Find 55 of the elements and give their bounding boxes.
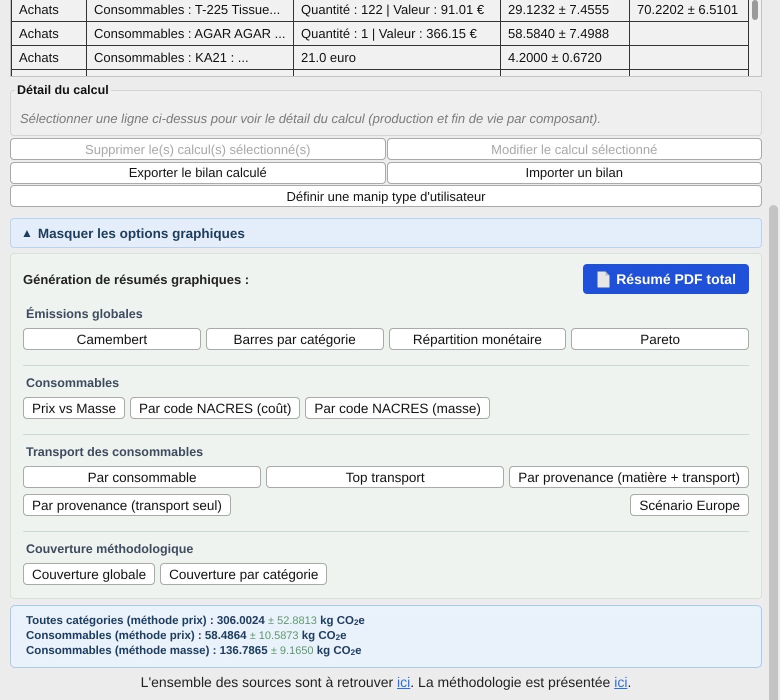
table-cell: Consommables : AGAR AGAR ... bbox=[87, 22, 294, 46]
table-cell: Quantité : 122 | Valeur : 91.01 € bbox=[294, 0, 501, 22]
action-button[interactable]: Définir une manip type d'utilisateur bbox=[10, 185, 762, 207]
chart-button[interactable]: Top transport bbox=[266, 466, 504, 488]
table-cell: Achats bbox=[11, 22, 87, 46]
chart-button[interactable]: Couverture par catégorie bbox=[160, 563, 328, 585]
unit-text: kg CO$_{2}$e bbox=[316, 645, 362, 657]
table-cell: Consommables : KA21 : ... bbox=[87, 46, 294, 70]
chart-button[interactable]: Pareto bbox=[571, 328, 749, 350]
pdf-button[interactable]: Résumé PDF total bbox=[583, 264, 749, 294]
table-cell: 4.2000 ± 0.6720 bbox=[501, 46, 630, 70]
uncertainty-text: ± 10.5873 bbox=[250, 630, 299, 642]
scrollbar-thumb[interactable] bbox=[769, 205, 778, 700]
link[interactable]: ici bbox=[614, 674, 628, 690]
section-title: Détail du calcul bbox=[16, 83, 110, 97]
chart-button[interactable]: Scénario Europe bbox=[630, 494, 749, 516]
summary-value: Toutes catégories (méthode prix) : 306.0024 bbox=[26, 615, 265, 627]
triangle-icon: ▲ bbox=[21, 226, 33, 240]
section-title: Émissions globales bbox=[26, 307, 144, 321]
table-cell: Quantité : 1 | Valeur : 366.15 € bbox=[294, 22, 501, 46]
section-title: Couverture méthodologique bbox=[26, 542, 194, 556]
scrollbar-thumb[interactable] bbox=[752, 0, 758, 20]
chart-button[interactable]: Par provenance (matière + transport) bbox=[509, 466, 749, 488]
hint-text: Sélectionner une ligne ci-dessus pour voir le détail du calcul (production et fin de vie par composant). bbox=[19, 110, 602, 126]
unit-text: kg CO$_{2}$e bbox=[302, 630, 346, 642]
document-icon bbox=[597, 270, 610, 288]
link[interactable]: ici bbox=[397, 674, 410, 690]
chart-button[interactable]: Prix vs Masse bbox=[23, 397, 126, 419]
chart-button[interactable]: Par code NACRES (coût) bbox=[130, 397, 300, 419]
footer-text: L'ensemble des sources sont à retrouver ici. La méthodologie est présentée ici. bbox=[140, 674, 632, 690]
chart-button[interactable]: Par provenance (transport seul) bbox=[23, 494, 231, 516]
table-cell: Consommables : T-225 Tissue... bbox=[87, 0, 294, 22]
section-title: Transport des consommables bbox=[26, 445, 204, 459]
action-button[interactable]: Exporter le bilan calculé bbox=[10, 162, 386, 184]
summary-value: Consommables (méthode prix) : 58.4864 bbox=[26, 630, 246, 642]
chart-button[interactable]: Par consommable bbox=[23, 466, 262, 488]
table-cell: 58.5840 ± 7.4988 bbox=[501, 22, 630, 46]
action-button[interactable]: Importer un bilan bbox=[386, 162, 762, 184]
chart-button[interactable]: Répartition monétaire bbox=[388, 328, 566, 350]
table-cell: 70.2202 ± 6.5101 bbox=[630, 0, 749, 22]
options-toggle[interactable]: ▲ Masquer les options graphiques bbox=[10, 218, 762, 248]
chart-button[interactable]: Par code NACRES (masse) bbox=[305, 397, 490, 419]
section-title: Consommables bbox=[26, 376, 120, 390]
table-cell: 29.1232 ± 7.4555 bbox=[501, 0, 630, 22]
uncertainty-text: ± 52.8813 bbox=[268, 615, 317, 627]
table-cell: Achats bbox=[11, 46, 87, 70]
uncertainty-text: ± 9.1650 bbox=[270, 645, 314, 657]
chart-button[interactable]: Barres par catégorie bbox=[206, 328, 384, 350]
unit-text: kg CO$_{2}$e bbox=[320, 615, 365, 627]
table-cell: 21.0 euro bbox=[294, 46, 501, 70]
panel-title: Génération de résumés graphiques : bbox=[23, 272, 250, 286]
summary-value: Consommables (méthode masse) : 136.7865 bbox=[26, 645, 268, 657]
table-cell: Achats bbox=[11, 0, 87, 22]
chart-button[interactable]: Couverture globale bbox=[23, 563, 156, 585]
chart-button[interactable]: Camembert bbox=[23, 328, 201, 350]
